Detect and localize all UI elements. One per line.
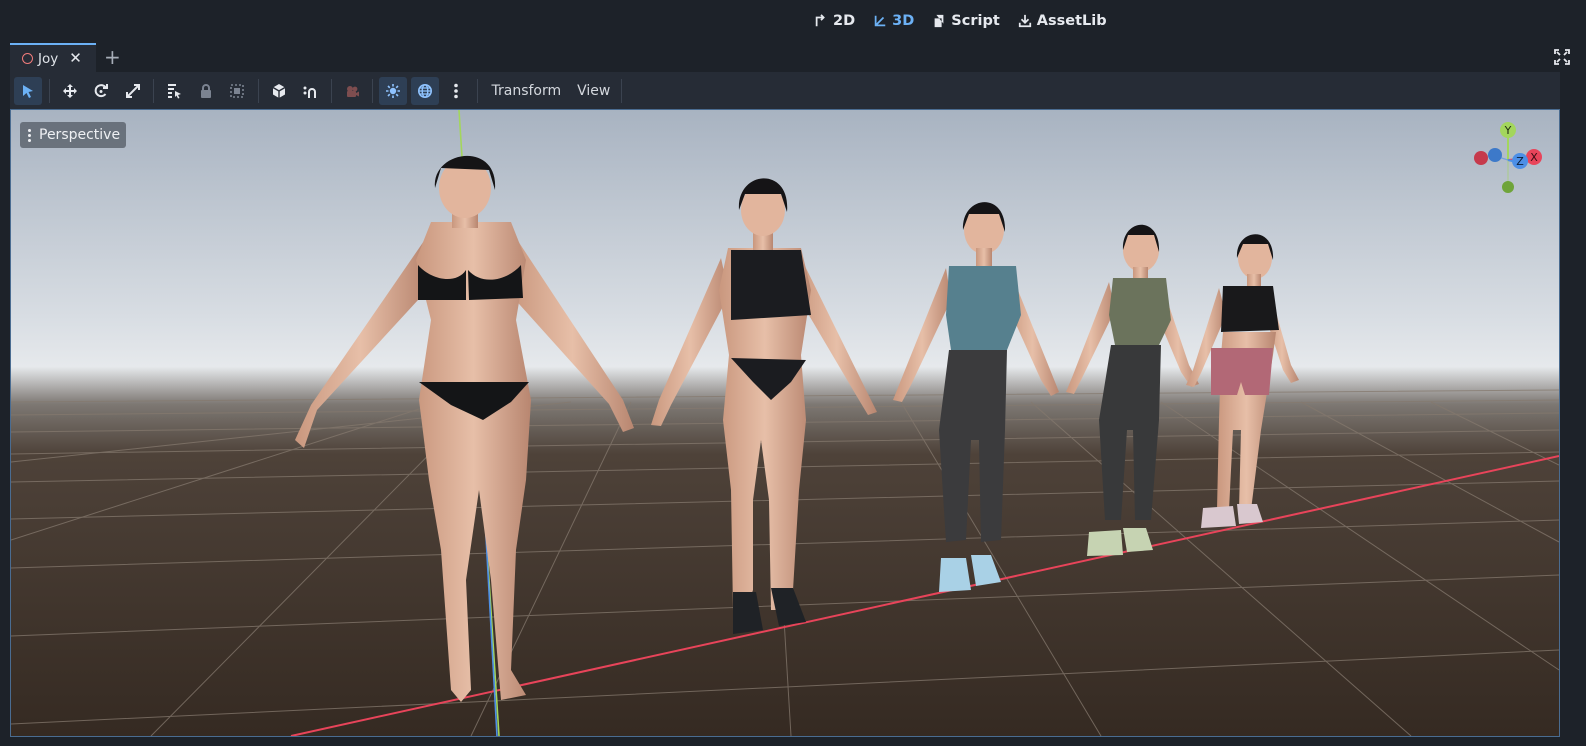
camera-icon bbox=[346, 85, 359, 97]
toolbar-divider bbox=[257, 78, 259, 103]
toolbar-divider bbox=[48, 78, 50, 103]
negative-x-handle[interactable] bbox=[1474, 151, 1488, 165]
more-icon bbox=[454, 83, 458, 98]
list-select-icon bbox=[168, 83, 181, 98]
move-mode-button[interactable] bbox=[56, 77, 84, 105]
3d-icon bbox=[874, 15, 886, 27]
lock-icon bbox=[200, 83, 211, 98]
negative-y-handle[interactable] bbox=[1502, 181, 1514, 193]
mode-assetlib-label: AssetLib bbox=[1036, 13, 1107, 29]
snap-icon bbox=[303, 86, 316, 98]
unsaved-scene-icon bbox=[22, 53, 33, 64]
mode-2d-label: 2D bbox=[833, 13, 856, 29]
scale-tool-icon bbox=[125, 83, 140, 98]
2d-icon bbox=[815, 14, 825, 27]
scale-mode-button[interactable] bbox=[119, 77, 147, 105]
local-space-button[interactable] bbox=[265, 77, 293, 105]
negative-z-handle[interactable] bbox=[1488, 148, 1502, 162]
preview-more-button[interactable] bbox=[442, 77, 470, 105]
toolbar-divider bbox=[153, 78, 154, 103]
viewport-scene bbox=[11, 110, 1559, 736]
y-axis-label: Y bbox=[1504, 124, 1512, 137]
view-menu-kebab-icon bbox=[28, 128, 31, 142]
scene-tab-label: Joy bbox=[38, 50, 59, 67]
toolbar-divider bbox=[330, 78, 332, 103]
rotate-mode-button[interactable] bbox=[87, 77, 115, 105]
toolbar-divider bbox=[372, 78, 373, 103]
mode-assetlib-button[interactable]: AssetLib bbox=[1009, 10, 1116, 32]
snap-button[interactable] bbox=[296, 77, 324, 105]
z-axis-label: Z bbox=[1516, 155, 1524, 168]
perspective-view-button[interactable]: Perspective bbox=[20, 122, 127, 148]
group-icon bbox=[230, 83, 244, 98]
mode-script-button[interactable]: Script bbox=[923, 10, 1008, 32]
spatial-editor-toolbar: Transform View bbox=[10, 72, 1560, 109]
preview-environment-button[interactable] bbox=[410, 76, 439, 105]
preview-environment-icon bbox=[417, 83, 432, 98]
mode-script-label: Script bbox=[951, 13, 1000, 29]
lock-button[interactable] bbox=[192, 77, 220, 105]
rotate-tool-icon bbox=[94, 83, 108, 97]
group-button[interactable] bbox=[223, 77, 251, 105]
spatial-editor-panel: Transform View Perspective Y X Z bbox=[10, 72, 1560, 737]
view-orientation-gizmo[interactable]: Y X Z bbox=[1473, 120, 1543, 198]
3d-viewport[interactable]: Perspective Y X Z bbox=[10, 109, 1560, 737]
assetlib-icon bbox=[1018, 14, 1031, 28]
move-tool-icon bbox=[62, 83, 77, 98]
editor-main-bar: 2D 3D Script AssetLib bbox=[0, 0, 1586, 43]
camera-label: Perspective bbox=[39, 127, 121, 143]
preview-sun-button[interactable] bbox=[379, 76, 407, 105]
scene-tab-joy[interactable]: Joy ✕ bbox=[10, 43, 96, 72]
main-screen-switcher: 2D 3D Script AssetLib bbox=[805, 10, 1116, 32]
mode-3d-button[interactable]: 3D bbox=[864, 10, 923, 32]
toolbar-divider bbox=[476, 78, 478, 103]
scene-tab-bar: Joy ✕ + bbox=[0, 43, 1586, 72]
camera-override-button[interactable] bbox=[338, 77, 366, 105]
distraction-free-icon[interactable] bbox=[1554, 49, 1570, 65]
select-tool-icon bbox=[23, 84, 33, 98]
add-scene-tab-button[interactable]: + bbox=[104, 46, 121, 68]
preview-sun-icon bbox=[386, 83, 400, 98]
script-icon bbox=[934, 14, 944, 28]
view-menu[interactable]: View bbox=[569, 77, 618, 105]
close-tab-icon[interactable]: ✕ bbox=[69, 51, 82, 66]
list-select-button[interactable] bbox=[160, 77, 188, 105]
mode-2d-button[interactable]: 2D bbox=[805, 10, 864, 32]
local-space-icon bbox=[272, 83, 285, 98]
select-mode-button[interactable] bbox=[14, 76, 42, 105]
toolbar-divider bbox=[621, 78, 623, 103]
transform-menu[interactable]: Transform bbox=[484, 77, 570, 105]
x-axis-label: X bbox=[1530, 151, 1538, 164]
mode-3d-label: 3D bbox=[892, 13, 915, 29]
